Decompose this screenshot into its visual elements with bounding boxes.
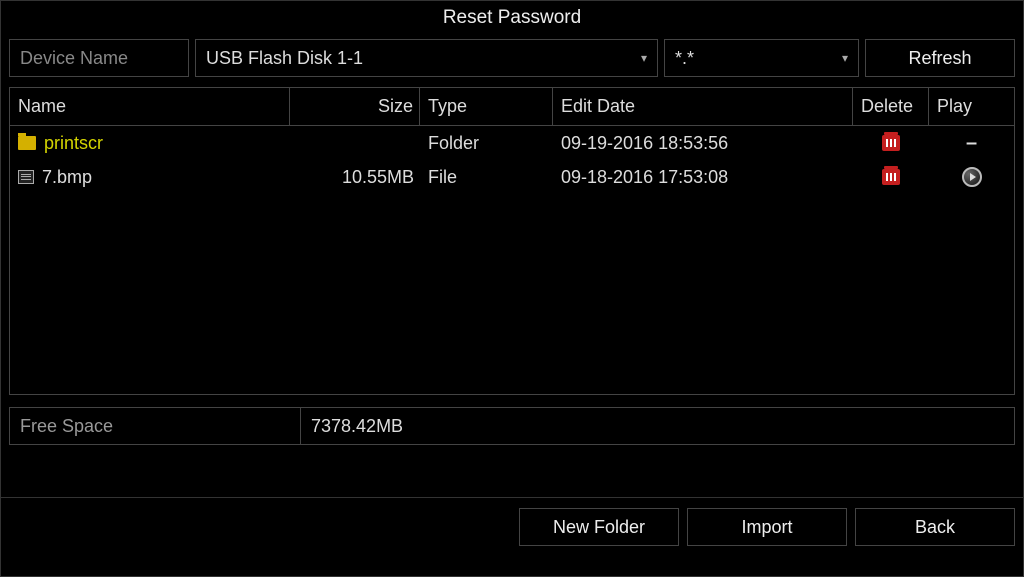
reset-password-window: Reset Password Device Name USB Flash Dis… xyxy=(0,0,1024,577)
refresh-button[interactable]: Refresh xyxy=(865,39,1015,77)
free-space-row: Free Space 7378.42MB xyxy=(9,407,1015,445)
free-space-value: 7378.42MB xyxy=(301,407,1015,445)
file-type: Folder xyxy=(420,129,553,158)
header-play: Play xyxy=(929,88,1014,125)
play-icon[interactable] xyxy=(962,167,982,187)
file-size: 10.55MB xyxy=(290,163,420,192)
trash-icon[interactable] xyxy=(882,169,900,185)
window-title: Reset Password xyxy=(1,1,1023,35)
file-edit-date: 09-19-2016 18:53:56 xyxy=(553,129,853,158)
device-name-value: USB Flash Disk 1-1 xyxy=(206,48,363,69)
bottom-button-bar: New Folder Import Back xyxy=(1,497,1023,546)
file-name: printscr xyxy=(44,133,103,154)
folder-icon xyxy=(18,136,36,150)
device-name-dropdown[interactable]: USB Flash Disk 1-1 ▾ xyxy=(195,39,658,77)
import-button[interactable]: Import xyxy=(687,508,847,546)
header-size: Size xyxy=(290,88,420,125)
file-filter-value: *.* xyxy=(675,48,694,69)
free-space-label: Free Space xyxy=(9,407,301,445)
new-folder-button[interactable]: New Folder xyxy=(519,508,679,546)
file-size xyxy=(290,139,420,147)
file-list-panel: Name Size Type Edit Date Delete Play pri… xyxy=(9,87,1015,395)
trash-icon[interactable] xyxy=(882,135,900,151)
file-filter-dropdown[interactable]: *.* ▾ xyxy=(664,39,859,77)
file-type: File xyxy=(420,163,553,192)
chevron-down-icon: ▾ xyxy=(842,51,848,65)
play-disabled-icon: – xyxy=(966,132,977,155)
file-row[interactable]: printscr Folder 09-19-2016 18:53:56 – xyxy=(10,126,1014,160)
chevron-down-icon: ▾ xyxy=(641,51,647,65)
device-name-label: Device Name xyxy=(9,39,189,77)
top-controls: Device Name USB Flash Disk 1-1 ▾ *.* ▾ R… xyxy=(1,35,1023,87)
file-edit-date: 09-18-2016 17:53:08 xyxy=(553,163,853,192)
file-icon xyxy=(18,170,34,184)
header-delete: Delete xyxy=(853,88,929,125)
file-row[interactable]: 7.bmp 10.55MB File 09-18-2016 17:53:08 xyxy=(10,160,1014,194)
header-type: Type xyxy=(420,88,553,125)
back-button[interactable]: Back xyxy=(855,508,1015,546)
header-name: Name xyxy=(10,88,290,125)
file-name: 7.bmp xyxy=(42,167,92,188)
header-edit-date: Edit Date xyxy=(553,88,853,125)
file-list-header: Name Size Type Edit Date Delete Play xyxy=(10,88,1014,126)
